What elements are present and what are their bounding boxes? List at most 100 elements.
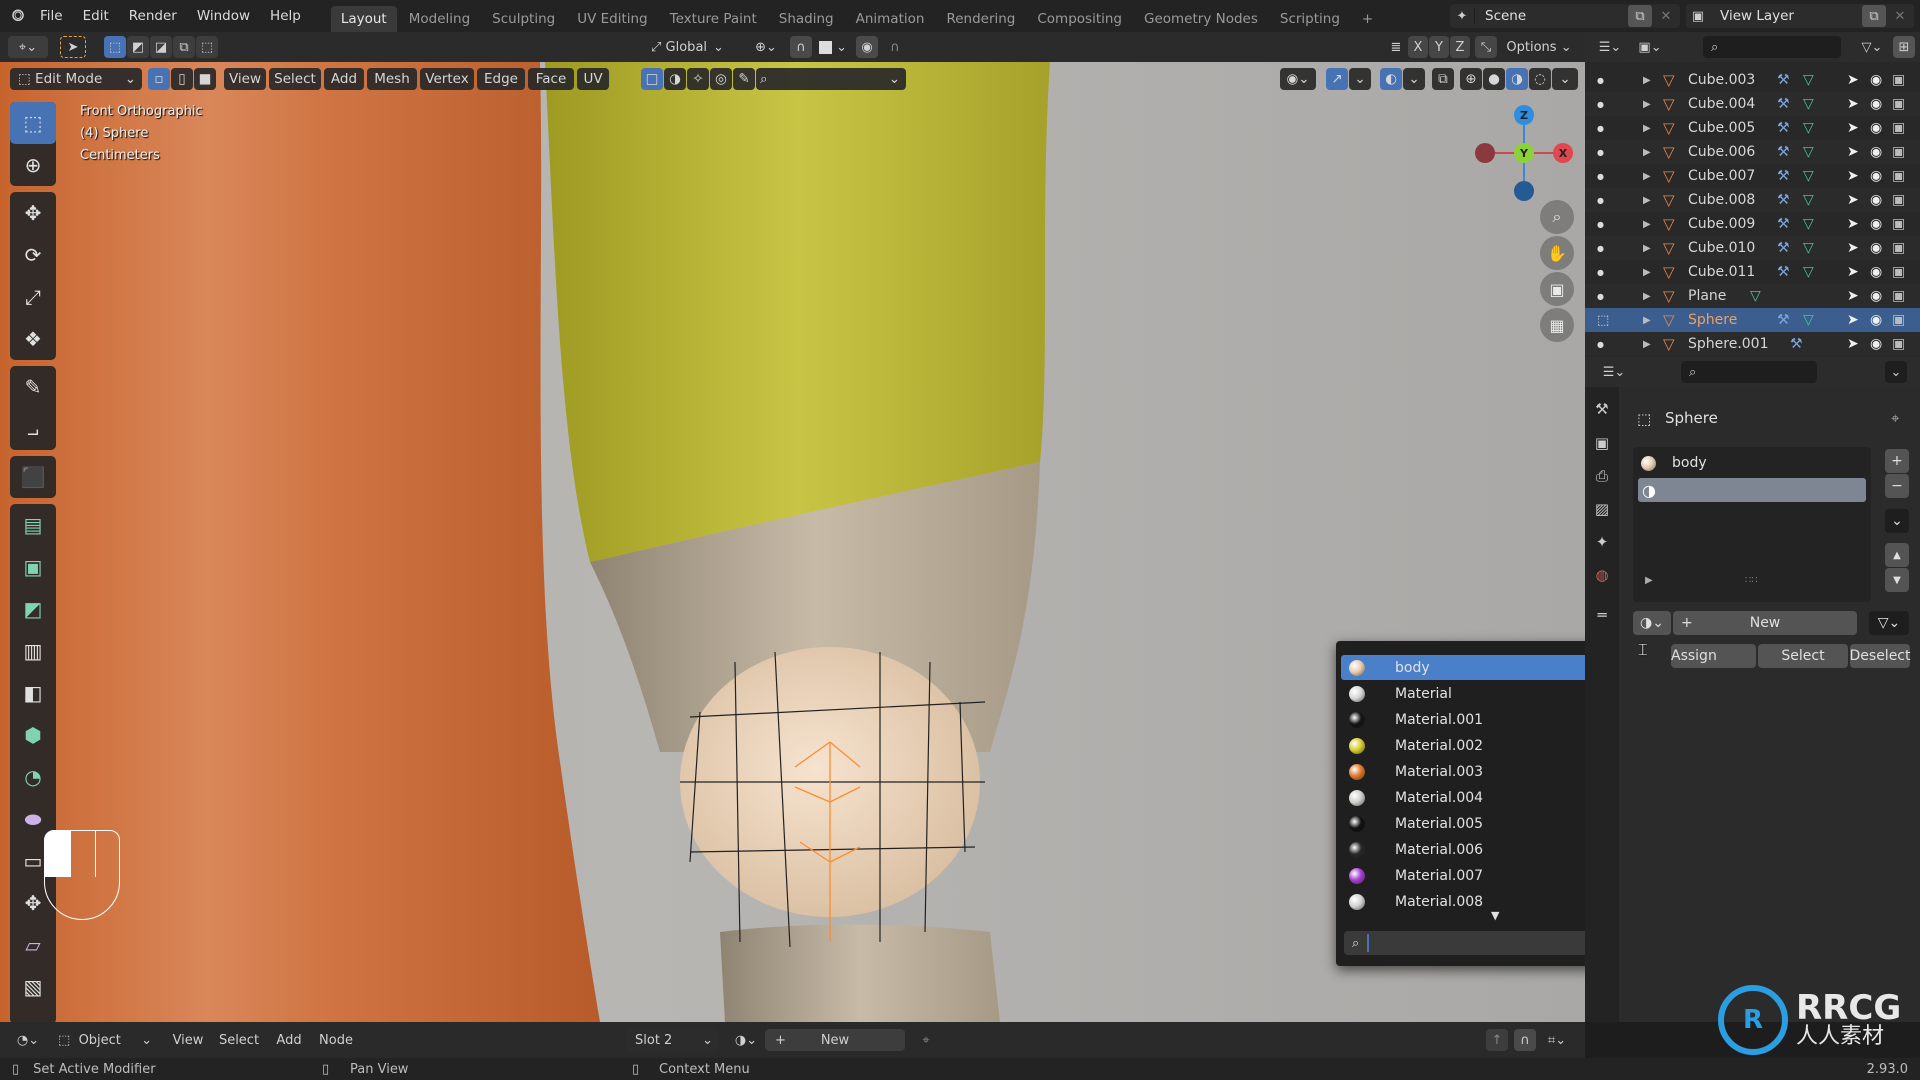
mode-dot-icon[interactable]: ●	[1597, 340, 1604, 349]
mesh-data-icon[interactable]: ▽	[1750, 288, 1761, 304]
display-mode-dropdown[interactable]: ☰⌄	[1593, 36, 1627, 58]
camera-render-icon[interactable]: ▣	[1892, 216, 1905, 232]
selectable-arrow-icon[interactable]: ➤	[1847, 192, 1859, 208]
scene-tab-icon[interactable]: ✦	[1585, 526, 1619, 558]
new-view-layer-icon[interactable]: ⧉	[1862, 5, 1886, 27]
outliner-row-name[interactable]: Cube.010	[1688, 240, 1755, 256]
modifier-wrench-icon[interactable]: ⚒	[1777, 120, 1790, 136]
camera-render-icon[interactable]: ▣	[1892, 192, 1905, 208]
shader-menu-add[interactable]: Add	[272, 1029, 306, 1051]
camera-render-icon[interactable]: ▣	[1892, 336, 1905, 352]
mesh-data-icon[interactable]: □	[641, 68, 663, 90]
annotate-tool[interactable]: ✎	[10, 366, 56, 408]
outliner-row-name[interactable]: Sphere	[1688, 312, 1737, 328]
camera-view-icon[interactable]: ▣	[1540, 272, 1574, 306]
filter-icon[interactable]: ▽⌄	[1857, 36, 1887, 58]
delete-view-layer-icon[interactable]: ✕	[1888, 5, 1912, 27]
eye-visibility-icon[interactable]: ◉	[1870, 168, 1882, 184]
scroll-down-arrow-icon[interactable]: ▼	[1491, 909, 1499, 922]
link-data-dropdown[interactable]: ▽⌄	[1869, 611, 1909, 635]
selectable-arrow-icon[interactable]: ➤	[1847, 96, 1859, 112]
world-tab-icon[interactable]: ◍	[1585, 559, 1619, 591]
eye-visibility-icon[interactable]: ◉	[1870, 240, 1882, 256]
material-slot-item[interactable]: body	[1633, 451, 1871, 475]
menu-render[interactable]: Render	[119, 4, 187, 28]
menu-edit[interactable]: Edit	[73, 4, 119, 28]
selectable-arrow-icon[interactable]: ➤	[1847, 288, 1859, 304]
outliner-row[interactable]: ● ▶ ▽ Cube.011 ⚒ ▽ ➤ ◉ ▣	[1585, 260, 1920, 284]
mesh-data-icon[interactable]: ▽	[1803, 96, 1814, 112]
assign-button[interactable]: Assign	[1671, 644, 1756, 668]
select-intersect-mode-icon[interactable]: ⬚	[196, 36, 218, 58]
transform-orientation-dropdown[interactable]: ⤢ Global ⌄	[645, 36, 740, 58]
scale-tool[interactable]: ⤢	[10, 276, 56, 318]
viewport-menu-vertex[interactable]: Vertex	[420, 68, 474, 90]
measure-tool[interactable]: ⨼	[10, 408, 56, 450]
mesh-data-icon[interactable]: ▽	[1803, 216, 1814, 232]
outliner-row[interactable]: ● ▶ ▽ Cube.006 ⚒ ▽ ➤ ◉ ▣	[1585, 140, 1920, 164]
camera-render-icon[interactable]: ▣	[1892, 168, 1905, 184]
mesh-data-icon[interactable]: ▽	[1803, 144, 1814, 160]
tab-texture-paint[interactable]: Texture Paint	[660, 6, 767, 32]
chevron-down-icon[interactable]: ⌄	[1885, 361, 1907, 383]
expand-arrow-icon[interactable]: ▶	[1643, 99, 1651, 110]
brush-icon[interactable]: ✎	[733, 68, 755, 90]
snap-magnet-icon[interactable]: ∩	[1514, 1029, 1536, 1051]
select-subtract-mode-icon[interactable]: ◪	[150, 36, 172, 58]
scene-selector[interactable]: ✦ Scene ⧉ ✕	[1450, 4, 1680, 28]
selectable-arrow-icon[interactable]: ➤	[1847, 312, 1859, 328]
transform-tool[interactable]: ❖	[10, 318, 56, 360]
mode-dot-icon[interactable]: ●	[1597, 268, 1604, 277]
eye-visibility-icon[interactable]: ◉	[1870, 72, 1882, 88]
editor-type-dropdown[interactable]: ☰⌄	[1597, 361, 1631, 383]
loop-cut-tool[interactable]: ▥	[10, 630, 56, 672]
ortho-toggle-grid-icon[interactable]: ▦	[1540, 308, 1574, 342]
outliner-row-name[interactable]: Cube.008	[1688, 192, 1755, 208]
modifier-wrench-icon[interactable]: ⚒	[1777, 264, 1790, 280]
view-layer-selector[interactable]: ▣ View Layer ⧉ ✕	[1686, 4, 1914, 28]
selectable-arrow-icon[interactable]: ➤	[1847, 240, 1859, 256]
bevel-tool[interactable]: ◩	[10, 588, 56, 630]
gizmo-toggle-icon[interactable]: ↗	[1326, 68, 1348, 90]
selectable-arrow-icon[interactable]: ➤	[1847, 168, 1859, 184]
tab-sculpting[interactable]: Sculpting	[482, 6, 565, 32]
mesh-data-icon[interactable]: ▽	[1803, 192, 1814, 208]
snap-target-dropdown[interactable]: ⌄	[815, 36, 851, 58]
shading-rendered-icon[interactable]: ◌	[1529, 68, 1551, 90]
view-layer-tab-icon[interactable]: ▨	[1585, 493, 1619, 525]
tab-shading[interactable]: Shading	[769, 6, 844, 32]
mesh-data-icon[interactable]: ▽	[1803, 240, 1814, 256]
outliner-search-input[interactable]: ⌕	[1703, 36, 1841, 58]
mode-dot-icon[interactable]: ●	[1597, 220, 1604, 229]
camera-render-icon[interactable]: ▣	[1892, 240, 1905, 256]
collection-tab-icon[interactable]: ═	[1585, 599, 1619, 631]
particles-icon[interactable]: ✧	[687, 68, 709, 90]
outliner-row[interactable]: ● ▶ ▽ Cube.008 ⚒ ▽ ➤ ◉ ▣	[1585, 188, 1920, 212]
mirror-y-toggle[interactable]: Y	[1429, 36, 1449, 58]
mode-dot-icon[interactable]: ●	[1597, 76, 1604, 85]
camera-render-icon[interactable]: ▣	[1892, 288, 1905, 304]
zoom-view-icon[interactable]: ⌕	[1540, 200, 1574, 234]
outliner-row-name[interactable]: Plane	[1688, 288, 1726, 304]
outliner-row-name[interactable]: Cube.011	[1688, 264, 1755, 280]
gizmo-y-axis[interactable]: Y	[1514, 143, 1534, 163]
expand-arrow-icon[interactable]: ▶	[1645, 575, 1653, 586]
browse-material-button[interactable]: ◑⌄	[1633, 611, 1671, 635]
outliner-row-name[interactable]: Cube.006	[1688, 144, 1755, 160]
visibility-dropdown[interactable]: ◉⌄	[1280, 68, 1316, 90]
menu-file[interactable]: File	[30, 4, 73, 28]
expand-arrow-icon[interactable]: ▶	[1643, 339, 1651, 350]
tab-rendering[interactable]: Rendering	[936, 6, 1025, 32]
overlays-toggle-icon[interactable]: ◐	[1380, 68, 1402, 90]
new-material-button[interactable]: + New	[1673, 611, 1857, 635]
expand-arrow-icon[interactable]: ▶	[1643, 267, 1651, 278]
mode-dot-icon[interactable]: ●	[1597, 172, 1604, 181]
modifier-wrench-icon[interactable]: ⚒	[1777, 192, 1790, 208]
outliner-row-name[interactable]: Sphere.001	[1688, 336, 1769, 352]
xray-toggle-icon[interactable]: ⧉	[1432, 68, 1454, 90]
tab-modeling[interactable]: Modeling	[399, 6, 480, 32]
camera-render-icon[interactable]: ▣	[1892, 144, 1905, 160]
gizmo-dropdown[interactable]: ⌄	[1349, 68, 1371, 90]
pin-icon[interactable]: ⌖	[1891, 409, 1899, 427]
modifier-wrench-icon[interactable]: ⚒	[1777, 168, 1790, 184]
